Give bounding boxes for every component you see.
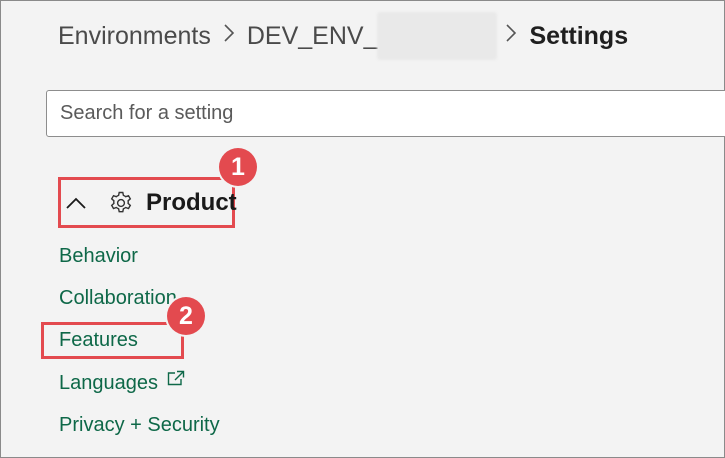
nav-item-languages[interactable]: Languages bbox=[59, 369, 186, 396]
gear-icon bbox=[108, 190, 134, 216]
annotation-badge-1: 1 bbox=[219, 148, 257, 186]
settings-page: Environments DEV_ENV_ Settings Product 1… bbox=[0, 0, 725, 458]
breadcrumb-current: Settings bbox=[529, 21, 629, 50]
nav-item-behavior[interactable]: Behavior bbox=[59, 245, 138, 268]
chevron-up-icon[interactable] bbox=[64, 191, 88, 215]
annotation-badge-2: 2 bbox=[167, 297, 205, 335]
nav-item-label: Languages bbox=[59, 372, 158, 394]
breadcrumb-environments[interactable]: Environments bbox=[58, 22, 211, 51]
section-header-product[interactable]: Product bbox=[58, 177, 237, 228]
chevron-right-icon bbox=[217, 23, 241, 49]
search-input[interactable] bbox=[46, 90, 725, 137]
external-link-icon bbox=[166, 369, 186, 393]
breadcrumb-environment[interactable]: DEV_ENV_ bbox=[247, 22, 378, 51]
nav-item-collaboration[interactable]: Collaboration bbox=[59, 287, 177, 310]
section-title: Product bbox=[146, 188, 237, 216]
redacted-region bbox=[377, 12, 498, 60]
breadcrumb: Environments DEV_ENV_ Settings bbox=[58, 12, 629, 60]
nav-item-features[interactable]: Features bbox=[59, 329, 138, 352]
nav-item-privacy-security[interactable]: Privacy + Security bbox=[59, 414, 220, 437]
chevron-right-icon bbox=[499, 23, 523, 49]
